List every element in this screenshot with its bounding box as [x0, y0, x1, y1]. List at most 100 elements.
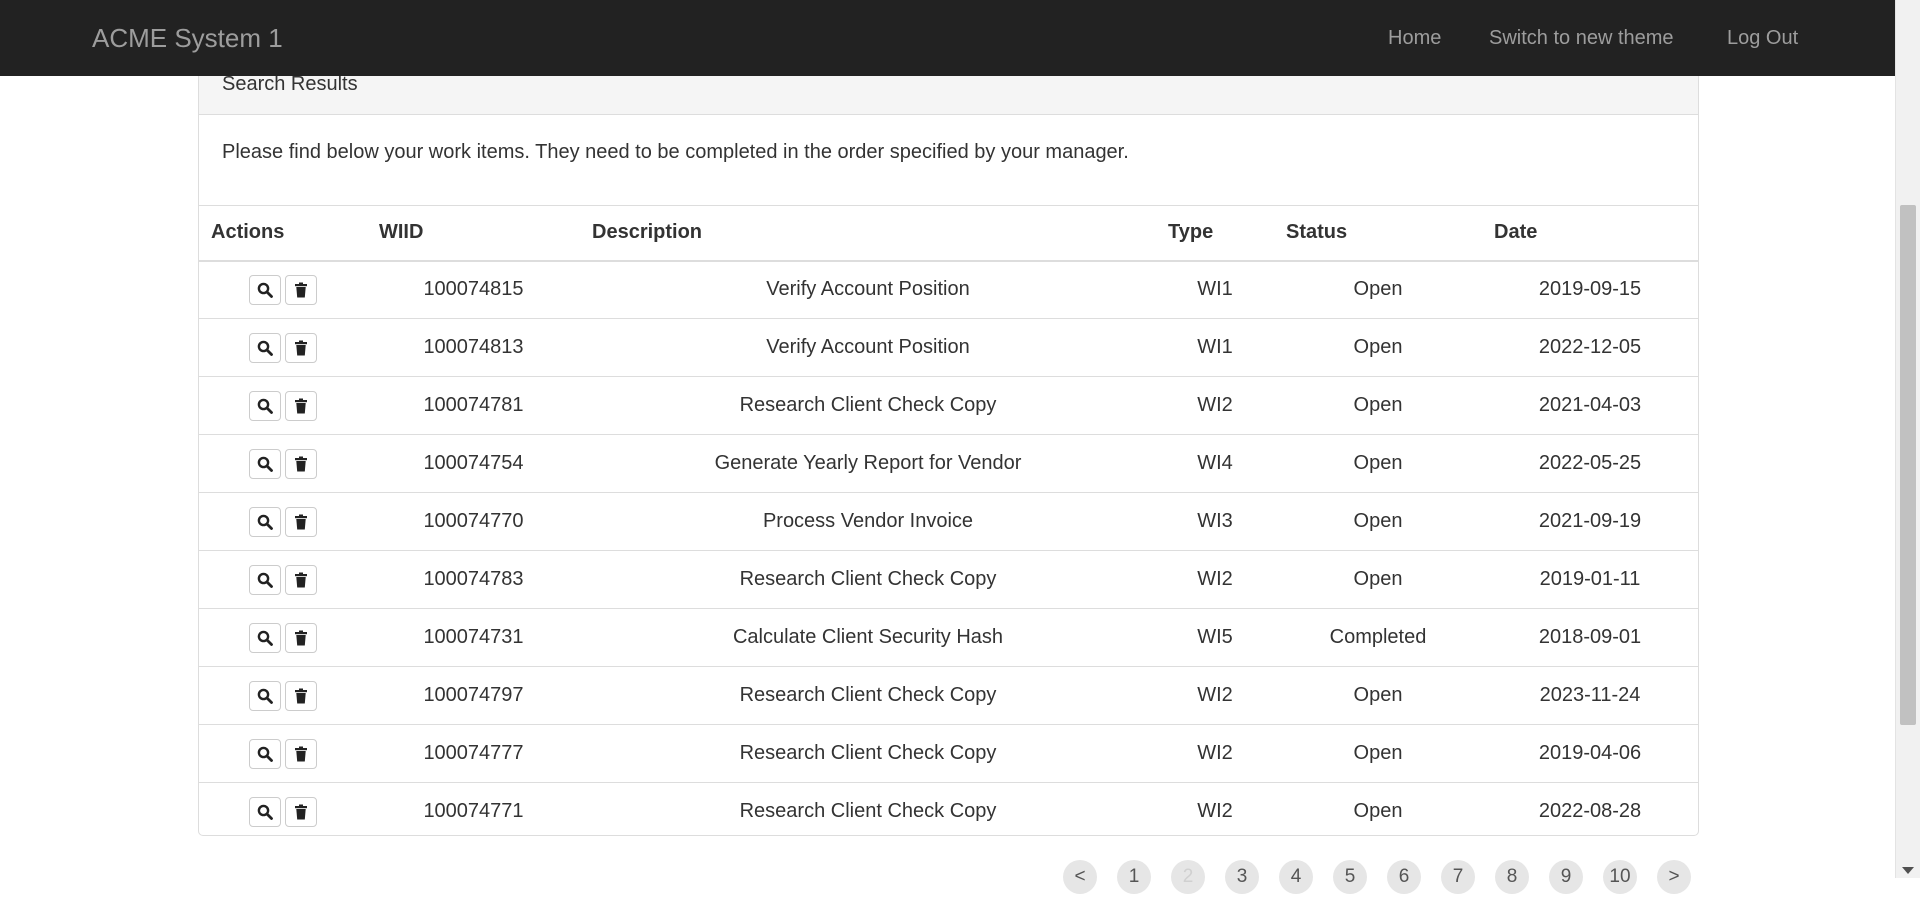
cell-description: Research Client Check Copy	[580, 666, 1156, 725]
cell-description: Research Client Check Copy	[580, 376, 1156, 435]
pagination-page-4[interactable]: 4	[1279, 860, 1313, 894]
view-item-button[interactable]	[249, 738, 281, 769]
cell-description: Calculate Client Security Hash	[580, 608, 1156, 667]
search-results-panel: Search Results Please find below your wo…	[198, 56, 1699, 836]
delete-item-button[interactable]	[285, 274, 317, 305]
header-wiid: WIID	[367, 205, 580, 262]
delete-item-button[interactable]	[285, 332, 317, 363]
pagination-page-9[interactable]: 9	[1549, 860, 1583, 894]
cell-status: Open	[1274, 724, 1482, 783]
view-item-button[interactable]	[249, 506, 281, 537]
row-actions-cell	[199, 376, 367, 435]
cell-description: Process Vendor Invoice	[580, 492, 1156, 551]
pagination-next[interactable]: >	[1657, 860, 1691, 894]
pagination-page-3[interactable]: 3	[1225, 860, 1259, 894]
cell-wiid: 100074754	[367, 434, 580, 493]
table-row: 100074815 Verify Account Position WI1 Open 2…	[199, 260, 1698, 319]
pagination-prev[interactable]: <	[1063, 860, 1097, 894]
delete-item-button[interactable]	[285, 738, 317, 769]
table-row: 100074731 Calculate Client Security Hash W…	[199, 608, 1698, 667]
cell-date: 2018-09-01	[1482, 608, 1698, 667]
view-item-button[interactable]	[249, 332, 281, 363]
work-items-table-container: Actions WIID Description Type Status Dat…	[199, 205, 1698, 841]
cell-description: Research Client Check Copy	[739, 800, 997, 823]
view-item-button[interactable]	[249, 274, 281, 305]
row-actions-cell	[199, 550, 367, 609]
cell-wiid: 100074797	[367, 666, 580, 725]
row-actions-cell	[199, 318, 367, 377]
cell-date: 2023-11-24	[1482, 666, 1698, 725]
table-header-row: Actions WIID Description Type Status Dat…	[199, 205, 1698, 262]
row-actions-cell	[199, 260, 367, 319]
row-actions-cell	[199, 608, 367, 667]
cell-date: 2022-08-28	[1538, 800, 1642, 823]
cell-wiid: 100074781	[367, 376, 580, 435]
view-item-button[interactable]	[249, 796, 281, 827]
cell-status: Open	[1274, 318, 1482, 377]
table-row: 100074797 Research Client Check Copy WI2 Op…	[199, 666, 1698, 725]
page-scrollbar[interactable]	[1895, 0, 1920, 878]
row-actions-cell	[199, 492, 367, 551]
panel-intro-text: Please find below your work items. They …	[222, 141, 1129, 163]
cell-status: Open	[1274, 434, 1482, 493]
cell-date: 2019-04-06	[1482, 724, 1698, 783]
cell-date: 2019-01-11	[1482, 550, 1698, 609]
cell-wiid: 100074815	[367, 260, 580, 319]
cell-date: 2021-04-03	[1482, 376, 1698, 435]
cell-description: Verify Account Position	[580, 318, 1156, 377]
delete-item-button[interactable]	[285, 390, 317, 421]
row-actions-cell	[199, 434, 367, 493]
cell-status: Open	[1274, 260, 1482, 319]
delete-item-button[interactable]	[285, 448, 317, 479]
cell-description: Research Client Check Copy	[580, 550, 1156, 609]
nav-logout-link[interactable]: Log Out	[1727, 24, 1798, 52]
pagination-page-1[interactable]: 1	[1117, 860, 1151, 894]
delete-item-button[interactable]	[285, 796, 317, 827]
header-actions: Actions	[199, 205, 367, 262]
scroll-down-arrow-icon[interactable]	[1902, 867, 1914, 874]
table-row: 100074771 Research Client Check Copy WI2 Op…	[199, 783, 1698, 841]
top-navbar: ACME System 1 Home Switch to new theme L…	[0, 0, 1895, 76]
pagination-page-6[interactable]: 6	[1387, 860, 1421, 894]
cell-type: WI2	[1156, 724, 1274, 783]
pagination-page-7[interactable]: 7	[1441, 860, 1475, 894]
pagination-page-8[interactable]: 8	[1495, 860, 1529, 894]
row-actions-cell	[199, 724, 367, 783]
table-row: 100074781 Research Client Check Copy WI2 Op…	[199, 376, 1698, 435]
brand-title[interactable]: ACME System 1	[92, 20, 283, 56]
scrollbar-thumb[interactable]	[1900, 205, 1916, 725]
panel-title: Search Results	[222, 73, 358, 95]
cell-date: 2022-12-05	[1482, 318, 1698, 377]
cell-status: Open	[1274, 550, 1482, 609]
delete-item-button[interactable]	[285, 680, 317, 711]
pagination-page-2[interactable]: 2	[1171, 860, 1205, 894]
cell-description: Generate Yearly Report for Vendor	[580, 434, 1156, 493]
pagination-page-5[interactable]: 5	[1333, 860, 1367, 894]
cell-status: Open	[1353, 800, 1403, 823]
cell-wiid: 100074813	[367, 318, 580, 377]
cell-status: Open	[1274, 666, 1482, 725]
cell-type: WI5	[1156, 608, 1274, 667]
cell-status: Open	[1274, 376, 1482, 435]
table-row: 100074777 Research Client Check Copy WI2 Op…	[199, 724, 1698, 783]
delete-item-button[interactable]	[285, 622, 317, 653]
view-item-button[interactable]	[249, 680, 281, 711]
pagination-page-10[interactable]: 10	[1603, 860, 1637, 894]
cell-type: WI4	[1156, 434, 1274, 493]
table-row: 100074813 Verify Account Position WI1 Open 2…	[199, 318, 1698, 377]
cell-type: WI2	[1197, 800, 1233, 823]
view-item-button[interactable]	[249, 622, 281, 653]
view-item-button[interactable]	[249, 564, 281, 595]
table-body: 100074815 Verify Account Position WI1 Open 2…	[199, 260, 1698, 841]
cell-type: WI2	[1156, 376, 1274, 435]
cell-description: Verify Account Position	[580, 260, 1156, 319]
nav-switch-theme-link[interactable]: Switch to new theme	[1489, 24, 1674, 52]
cell-wiid: 100074731	[367, 608, 580, 667]
delete-item-button[interactable]	[285, 506, 317, 537]
view-item-button[interactable]	[249, 390, 281, 421]
view-item-button[interactable]	[249, 448, 281, 479]
delete-item-button[interactable]	[285, 564, 317, 595]
table-row: 100074770 Process Vendor Invoice WI3 Open 20…	[199, 492, 1698, 551]
row-actions-cell	[199, 783, 367, 841]
nav-home-link[interactable]: Home	[1388, 24, 1441, 52]
